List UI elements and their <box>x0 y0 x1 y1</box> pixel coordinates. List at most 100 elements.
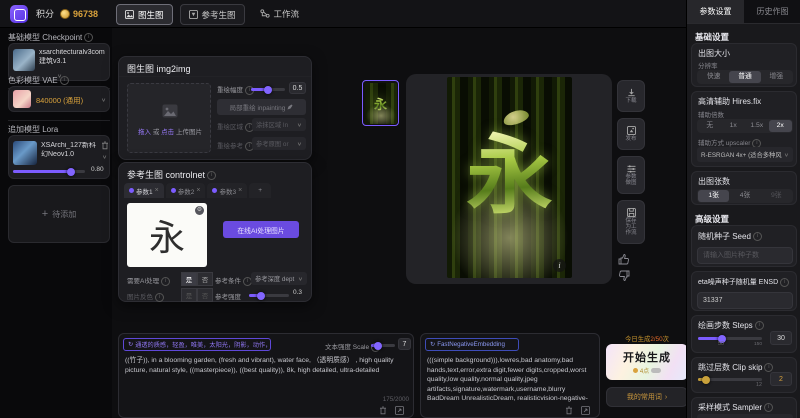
tab-workflow[interactable]: 工作流 <box>252 4 308 23</box>
common-words-button[interactable]: 我的常用词› <box>606 387 688 407</box>
publish-button[interactable]: 发布 <box>617 118 645 150</box>
option-1x[interactable]: 1x <box>722 120 746 132</box>
steps-value[interactable]: 30 <box>770 331 792 345</box>
lora-weight-value: 0.80 <box>91 166 104 173</box>
option-1[interactable]: 1张 <box>698 190 729 202</box>
trash-icon[interactable] <box>101 141 109 150</box>
save-workflow-button[interactable]: 保存为工作流 <box>617 200 645 244</box>
chevron-down-icon[interactable]: ∨ <box>101 97 106 103</box>
expand-icon[interactable] <box>581 406 590 415</box>
lora-name: XSArchi_127新科幻Neov1.0 <box>41 142 99 160</box>
ensd-card: eta噪声种子随机量 ENSDi <box>691 271 797 311</box>
steps-title: 绘画步数 Stepsi <box>698 320 764 331</box>
ref-condition-dropdown[interactable]: 参考深度 dept∨ <box>251 272 307 285</box>
denoise-value[interactable]: 0.5 <box>289 82 306 94</box>
close-icon[interactable]: × <box>238 187 242 194</box>
denoise-slider[interactable] <box>251 88 285 91</box>
clip-skip-value[interactable]: 2 <box>770 372 792 386</box>
tab-ref-generate[interactable]: 参考生图 <box>180 4 245 25</box>
tab-history[interactable]: 历史作图 <box>744 0 800 23</box>
steps-slider[interactable] <box>698 337 762 340</box>
resolution-options: 快速 普通 增强 <box>697 70 793 84</box>
vae-value: 840000 (通用) <box>36 95 83 106</box>
yes-button[interactable]: 是 <box>181 272 197 286</box>
params-sidebar: 参数设置 历史作图 基础设置 出图大小 分辨率 快速 普通 增强 高清辅助 Hi… <box>686 0 800 418</box>
option-2x[interactable]: 2x <box>769 120 793 132</box>
no-button[interactable]: 否 <box>197 272 213 286</box>
ai-process-toggle[interactable]: 是 否 <box>181 272 213 286</box>
sampler-dropdown[interactable]: 受文本控制图模式 最…(DP∨ <box>697 414 793 418</box>
lora-thumbnail <box>13 141 37 165</box>
lora-card[interactable]: XSArchi_127新科幻Neov1.0 ∨ 0.80 <box>8 135 110 179</box>
expand-icon[interactable] <box>395 406 404 415</box>
option-none[interactable]: 无 <box>698 120 722 132</box>
close-icon[interactable]: × <box>196 187 200 194</box>
hires-multiplier-label: 辅助倍数 <box>698 109 724 119</box>
app-logo-icon[interactable] <box>10 5 28 23</box>
controlnet-tab-1[interactable]: 参数1× <box>124 183 164 198</box>
close-icon[interactable]: × <box>155 187 159 194</box>
chevron-down-icon: ∨ <box>298 276 303 282</box>
upload-dropzone[interactable]: 拖入 或 点击 上传图片 <box>127 83 211 153</box>
inpaint-ref-dropdown[interactable]: 参考原图 or∨ <box>252 137 306 150</box>
positive-prompt-text[interactable]: ((竹子)), in a blooming garden, (fresh and… <box>125 356 409 394</box>
ai-process-button[interactable]: 在线AI处理图片 <box>223 221 299 238</box>
upscaler-dropdown[interactable]: R-ESRGAN 4x+ (适合多种风∨ <box>697 147 793 162</box>
result-thumbnail[interactable]: 永 <box>362 80 399 126</box>
preview-card: 永 i <box>406 74 612 284</box>
cfg-scale-value[interactable]: 7 <box>398 338 411 350</box>
inpaint-area-dropdown[interactable]: 涂抹区域 In∨ <box>252 118 306 131</box>
tab-img2img[interactable]: 图生图 <box>116 4 173 25</box>
sliders-icon <box>627 165 636 173</box>
chevron-down-icon: ∨ <box>297 141 302 147</box>
cfg-scale-slider[interactable] <box>371 344 395 347</box>
ref-strength-slider[interactable] <box>249 294 289 297</box>
option-4[interactable]: 4张 <box>729 190 760 202</box>
thumbs-up-icon[interactable] <box>618 254 630 265</box>
negative-embedding-chip[interactable]: ↻ FastNegativeEmbedding <box>425 338 519 351</box>
inpaint-button[interactable]: 局部重绘 inpainting <box>217 99 306 115</box>
tab-workflow-label: 工作流 <box>274 8 300 20</box>
resolution-label: 分辨率 <box>698 60 718 70</box>
add-controlnet-tab-button[interactable]: + <box>249 183 271 198</box>
reference-icon <box>189 10 198 19</box>
controlnet-tab-2[interactable]: 参数2× <box>166 183 206 198</box>
refresh-icon[interactable]: ↻ <box>128 341 133 348</box>
seed-input[interactable] <box>697 247 793 264</box>
generate-button[interactable]: 开始生成 4点 <box>606 344 688 380</box>
add-lora-button[interactable]: + 待添加 <box>8 185 110 243</box>
option-enhanced[interactable]: 增强 <box>761 71 792 83</box>
refresh-icon[interactable]: ↻ <box>430 341 435 348</box>
hires-title: 高清辅助 Hires.fix <box>698 96 761 107</box>
option-normal[interactable]: 普通 <box>729 71 760 83</box>
info-icon: i <box>84 33 93 42</box>
sampler-card: 采样模式 Sampleri 受文本控制图模式 最…(DP∨ <box>691 397 797 418</box>
gear-icon[interactable]: ⚙ <box>195 206 204 215</box>
ensd-title: eta噪声种子随机量 ENSDi <box>698 277 789 287</box>
tab-param-settings[interactable]: 参数设置 <box>687 0 744 23</box>
controlnet-source-image[interactable]: 永 ⚙ <box>127 203 207 267</box>
clip-skip-slider[interactable] <box>698 378 762 381</box>
yes-button[interactable]: 是 <box>181 288 197 302</box>
generated-image[interactable]: 永 i <box>447 77 572 278</box>
chevron-down-icon[interactable]: ∨ <box>102 154 107 160</box>
option-1-5x[interactable]: 1.5x <box>745 120 769 132</box>
ensd-input[interactable] <box>697 292 793 309</box>
img2img-panel: 图生图 img2img 拖入 或 点击 上传图片 重绘幅度i 0.5 局部重绘 … <box>118 56 312 160</box>
plus-icon: + <box>258 187 262 194</box>
lora-weight-slider[interactable] <box>13 170 85 173</box>
info-icon[interactable]: i <box>553 259 566 272</box>
same-params-button[interactable]: 参数做图 <box>617 156 645 194</box>
controlnet-tab-3[interactable]: 参数3× <box>207 183 247 198</box>
thumbs-down-icon[interactable] <box>618 270 630 281</box>
no-button[interactable]: 否 <box>197 288 213 302</box>
trash-icon[interactable] <box>565 406 573 415</box>
controlnet-tab-bar: 参数1× 参数2× 参数3× + <box>124 183 271 198</box>
download-button[interactable]: 下载 <box>617 80 645 112</box>
negative-prompt-text[interactable]: (((simple background))),lowres,bad anato… <box>427 356 593 402</box>
vae-card[interactable]: 840000 (通用) ∨ <box>8 86 110 112</box>
option-fast[interactable]: 快速 <box>698 71 729 83</box>
prompt-suggestion-chip[interactable]: ↻ 通透的质感，轻盈，唯美，太阳光，阴影，动作，最佳质量 <box>123 338 271 351</box>
invert-toggle[interactable]: 是 否 <box>181 288 213 302</box>
trash-icon[interactable] <box>379 406 387 415</box>
